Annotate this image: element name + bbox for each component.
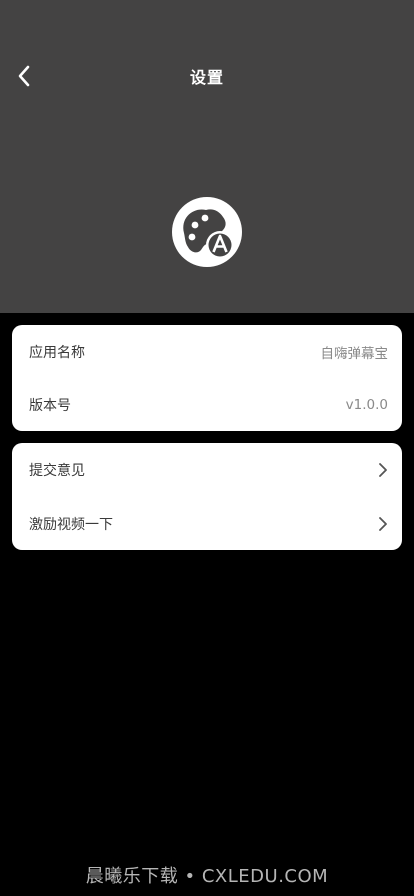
app-name-label: 应用名称 (29, 344, 85, 361)
feedback-row[interactable]: 提交意见 (12, 443, 402, 496)
version-value: v1.0.0 (345, 396, 388, 413)
app-info-card: 应用名称 自嗨弹幕宝 版本号 v1.0.0 (12, 325, 402, 431)
chevron-right-icon (379, 462, 387, 477)
page-title: 设置 (189, 68, 224, 87)
version-row: 版本号 v1.0.0 (12, 378, 402, 431)
feedback-label: 提交意见 (29, 462, 85, 479)
app-name-value: 自嗨弹幕宝 (320, 345, 389, 362)
watermark-text: 晨曦乐下载 • CXLEDU.COM (85, 866, 329, 887)
reward-video-label: 激励视频一下 (29, 516, 113, 533)
chevron-right-icon (379, 516, 387, 531)
app-logo (172, 197, 242, 267)
app-name-row: 应用名称 自嗨弹幕宝 (12, 325, 402, 378)
reward-video-row[interactable]: 激励视频一下 (12, 497, 402, 550)
actions-card: 提交意见 激励视频一下 (12, 443, 402, 550)
version-label: 版本号 (29, 397, 71, 414)
header: 设置 (0, 0, 414, 313)
